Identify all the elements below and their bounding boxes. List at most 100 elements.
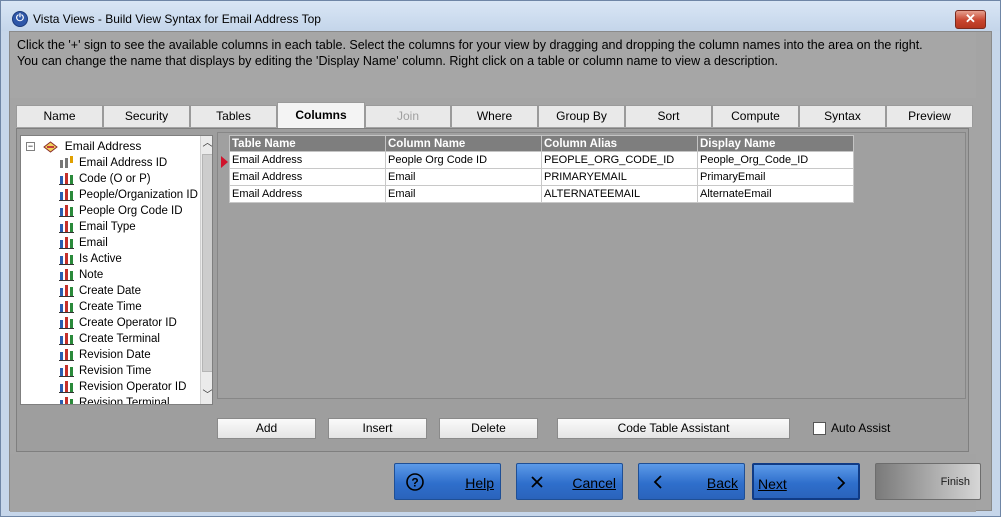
cell-table-name[interactable]: Email Address <box>229 168 386 186</box>
tree-item-email[interactable]: Email <box>59 235 108 251</box>
help-button[interactable]: ? Help <box>394 463 501 500</box>
chevron-left-icon <box>653 475 662 489</box>
current-row-indicator <box>221 156 228 168</box>
tree-item-label: Create Date <box>79 285 142 297</box>
column-icon <box>59 285 74 298</box>
next-button[interactable]: Next <box>752 463 860 500</box>
cell-display-name[interactable]: AlternateEmail <box>697 185 854 203</box>
tree-item-label: Note <box>79 269 104 281</box>
column-icon <box>59 173 74 186</box>
tree-item-label: Email Address ID <box>79 157 168 169</box>
tree-item-revision-date[interactable]: Revision Date <box>59 347 151 363</box>
tree-item-code[interactable]: Code (O or P) <box>59 171 151 187</box>
tree-item-revision-operator-id[interactable]: Revision Operator ID <box>59 379 186 395</box>
tab-sort[interactable]: Sort <box>625 105 712 127</box>
column-icon <box>59 317 74 330</box>
cell-column-name[interactable]: Email <box>385 168 542 186</box>
cancel-x-icon <box>531 476 543 488</box>
tab-name[interactable]: Name <box>16 105 103 127</box>
column-icon <box>59 381 74 394</box>
auto-assist-checkbox[interactable] <box>813 422 826 435</box>
scroll-thumb[interactable] <box>202 154 212 372</box>
tab-security[interactable]: Security <box>103 105 190 127</box>
grid-header-row: Table Name Column Name Column Alias Disp… <box>229 135 854 152</box>
tree-item-email-type[interactable]: Email Type <box>59 219 136 235</box>
column-icon <box>60 397 73 404</box>
main-window: ⏻ Vista Views - Build View Syntax for Em… <box>0 0 1001 517</box>
tab-syntax[interactable]: Syntax <box>799 105 886 127</box>
tree-item-email-address-id[interactable]: Email Address ID <box>59 155 167 171</box>
key-column-icon <box>60 156 73 169</box>
title-bar[interactable]: ⏻ Vista Views - Build View Syntax for Em… <box>1 1 1000 31</box>
cell-column-name[interactable]: People Org Code ID <box>385 151 542 169</box>
header-column-alias[interactable]: Column Alias <box>541 135 698 152</box>
tree-item-create-terminal[interactable]: Create Terminal <box>59 331 160 347</box>
instructions-text: Click the '+' sign to see the available … <box>10 32 976 98</box>
cell-display-name[interactable]: PrimaryEmail <box>697 168 854 186</box>
column-icon <box>59 253 74 266</box>
tree-item-create-operator-id[interactable]: Create Operator ID <box>59 315 177 331</box>
help-icon: ? <box>406 473 424 491</box>
close-button[interactable]: ✕ <box>955 10 986 29</box>
tree-item-create-time[interactable]: Create Time <box>59 299 142 315</box>
cancel-button[interactable]: Cancel <box>516 463 623 500</box>
tree-item-create-date[interactable]: Create Date <box>59 283 141 299</box>
column-icon <box>59 269 74 282</box>
selected-columns-grid-area[interactable]: Table Name Column Name Column Alias Disp… <box>217 132 966 399</box>
tab-columns[interactable]: Columns <box>277 102 365 128</box>
tree-item-revision-terminal[interactable]: Revision Terminal <box>59 395 170 405</box>
finish-button: Finish <box>875 463 981 500</box>
scroll-down-icon[interactable]: ﹀ <box>201 388 213 404</box>
tab-where[interactable]: Where <box>451 105 538 127</box>
add-button[interactable]: Add <box>217 418 316 439</box>
collapse-icon[interactable]: − <box>26 142 35 152</box>
tab-preview[interactable]: Preview <box>886 105 973 127</box>
cell-display-name[interactable]: People_Org_Code_ID <box>697 151 854 169</box>
table-row[interactable]: Email Address Email PRIMARYEMAIL Primary… <box>229 168 854 186</box>
cell-column-name[interactable]: Email <box>385 185 542 203</box>
tree-item-label: Create Operator ID <box>79 317 177 329</box>
column-icon <box>59 333 74 346</box>
header-column-name[interactable]: Column Name <box>385 135 542 152</box>
finish-label: Finish <box>940 476 970 488</box>
cancel-label: Cancel <box>572 475 616 491</box>
table-row[interactable]: Email Address Email ALTERNATEEMAIL Alter… <box>229 185 854 203</box>
tree-item-is-active[interactable]: Is Active <box>59 251 122 267</box>
code-table-assistant-button[interactable]: Code Table Assistant <box>557 418 790 439</box>
insert-button[interactable]: Insert <box>328 418 427 439</box>
cell-table-name[interactable]: Email Address <box>229 151 386 169</box>
auto-assist-label: Auto Assist <box>831 421 891 435</box>
column-icon <box>59 365 74 378</box>
header-table-name[interactable]: Table Name <box>229 135 386 152</box>
scroll-up-icon[interactable]: ︿ <box>201 136 213 152</box>
cell-column-alias[interactable]: ALTERNATEEMAIL <box>541 185 698 203</box>
tree-root-label: Email Address <box>64 139 142 153</box>
tree-item-people-organization-id[interactable]: People/Organization ID <box>59 187 198 203</box>
tree-item-label: Code (O or P) <box>79 173 151 185</box>
column-icon <box>59 189 74 202</box>
delete-button[interactable]: Delete <box>439 418 538 439</box>
tab-compute[interactable]: Compute <box>712 105 799 127</box>
tree-item-people-org-code-id[interactable]: People Org Code ID <box>59 203 183 219</box>
help-label: Help <box>465 475 494 491</box>
header-display-name[interactable]: Display Name <box>697 135 854 152</box>
tree-root-table[interactable]: − Email Address <box>26 139 141 155</box>
dialog-body: Click the '+' sign to see the available … <box>9 31 992 512</box>
tree-item-label: People Org Code ID <box>79 205 183 217</box>
tree-scrollbar[interactable]: ︿ ﹀ <box>200 136 213 404</box>
table-row[interactable]: Email Address People Org Code ID PEOPLE_… <box>229 151 854 169</box>
tree-item-label: Revision Operator ID <box>79 381 187 393</box>
tab-group-by[interactable]: Group By <box>538 105 625 127</box>
cell-table-name[interactable]: Email Address <box>229 185 386 203</box>
available-columns-tree[interactable]: − Email Address Email Address ID Code (O… <box>20 135 213 405</box>
tree-item-label: Revision Terminal <box>79 397 170 405</box>
back-button[interactable]: Back <box>638 463 745 500</box>
window-title: Vista Views - Build View Syntax for Emai… <box>33 12 321 26</box>
tree-item-revision-time[interactable]: Revision Time <box>59 363 151 379</box>
cell-column-alias[interactable]: PRIMARYEMAIL <box>541 168 698 186</box>
tab-tables[interactable]: Tables <box>190 105 277 127</box>
wizard-tabs: Name Security Tables Columns Join Where … <box>16 102 976 129</box>
tree-item-note[interactable]: Note <box>59 267 103 283</box>
cell-column-alias[interactable]: PEOPLE_ORG_CODE_ID <box>541 151 698 169</box>
back-label: Back <box>706 475 738 491</box>
